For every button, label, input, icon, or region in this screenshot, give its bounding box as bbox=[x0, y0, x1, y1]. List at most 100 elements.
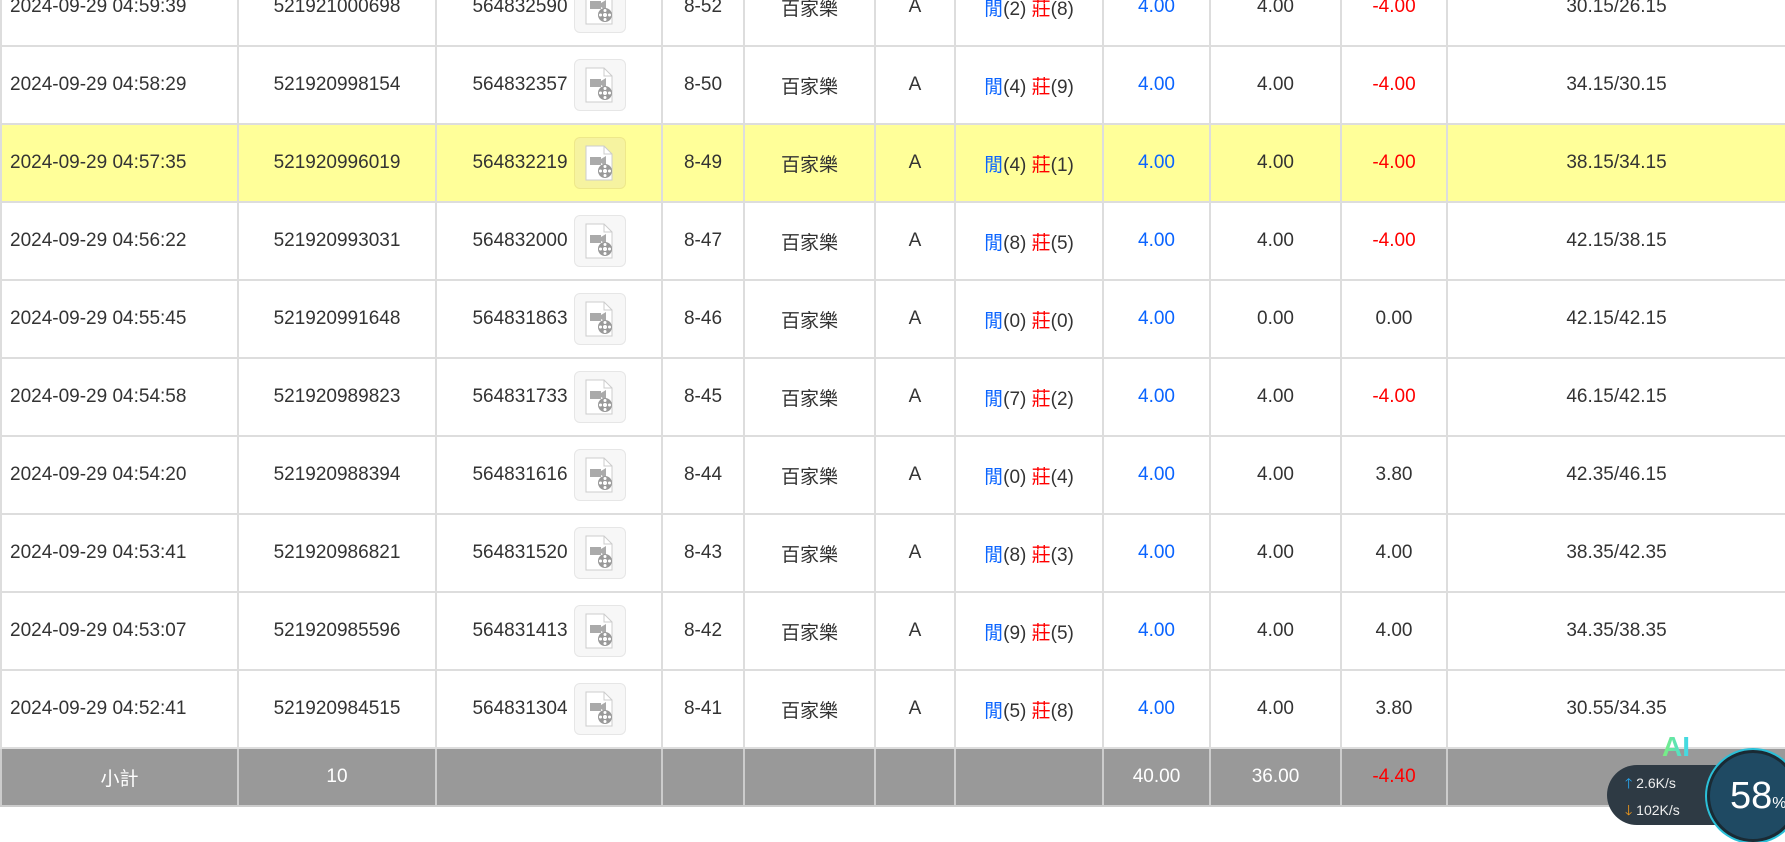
player-label: 閒 bbox=[984, 0, 1004, 20]
bet-amount: 4.00 bbox=[1102, 669, 1211, 749]
bet-id: 521920991648 bbox=[237, 279, 437, 359]
bet-id: 521920988394 bbox=[237, 435, 437, 515]
banker-label: 莊 bbox=[1031, 310, 1051, 332]
banker-score: (3) bbox=[1050, 544, 1074, 566]
video-file-icon bbox=[585, 535, 613, 571]
win-loss: 4.00 bbox=[1340, 513, 1448, 593]
result: 閒(5) 莊(8) bbox=[954, 669, 1104, 749]
round-id: 564831304 bbox=[472, 698, 568, 719]
video-replay-button[interactable] bbox=[573, 215, 626, 267]
game-name: 百家樂 bbox=[743, 591, 876, 671]
round-cell: 564831863 bbox=[435, 279, 663, 359]
result: 閒(2) 莊(8) bbox=[954, 0, 1104, 47]
player-label: 閒 bbox=[984, 700, 1004, 722]
round-cell: 564832590 bbox=[435, 0, 663, 47]
banker-label: 莊 bbox=[1031, 700, 1051, 722]
win-loss: -4.00 bbox=[1340, 0, 1448, 47]
balance: 38.15/34.15 bbox=[1446, 123, 1785, 203]
game-name: 百家樂 bbox=[743, 123, 876, 203]
bet-amount: 4.00 bbox=[1102, 45, 1211, 125]
game-name: 百家樂 bbox=[743, 669, 876, 749]
video-replay-button[interactable] bbox=[573, 0, 626, 33]
banker-label: 莊 bbox=[1031, 622, 1051, 644]
bet-amount: 4.00 bbox=[1102, 201, 1211, 281]
table-row: 2024-09-29 04:52:41 521920984515 5648313… bbox=[0, 669, 1785, 749]
subtotal-valid: 36.00 bbox=[1209, 747, 1342, 807]
seat: A bbox=[874, 435, 956, 515]
network-monitor-widget[interactable]: AI 🡑 2.6K/s 🡓 102K/s 58% bbox=[1603, 725, 1785, 842]
win-loss: 3.80 bbox=[1340, 435, 1448, 515]
table-row: 2024-09-29 04:58:29 521920998154 5648323… bbox=[0, 45, 1785, 125]
player-label: 閒 bbox=[984, 310, 1004, 332]
round-id: 564831863 bbox=[472, 308, 568, 329]
bet-time: 2024-09-29 04:57:35 bbox=[0, 123, 239, 203]
video-file-icon bbox=[585, 457, 613, 493]
video-replay-button[interactable] bbox=[573, 449, 626, 501]
bet-amount: 4.00 bbox=[1102, 435, 1211, 515]
valid-bet: 4.00 bbox=[1209, 435, 1342, 515]
round-cell: 564831304 bbox=[435, 669, 663, 749]
table-number: 8-43 bbox=[661, 513, 745, 593]
table-row: 2024-09-29 04:57:35 521920996019 5648322… bbox=[0, 123, 1785, 203]
banker-score: (2) bbox=[1050, 388, 1074, 410]
win-loss: -4.00 bbox=[1340, 357, 1448, 437]
valid-bet: 4.00 bbox=[1209, 123, 1342, 203]
table-number: 8-42 bbox=[661, 591, 745, 671]
banker-label: 莊 bbox=[1031, 466, 1051, 488]
table-number: 8-50 bbox=[661, 45, 745, 125]
player-score: (8) bbox=[1003, 232, 1027, 254]
player-score: (4) bbox=[1003, 154, 1027, 176]
subtotal-bet: 40.00 bbox=[1102, 747, 1211, 807]
subtotal-winloss: -4.40 bbox=[1340, 747, 1448, 807]
win-loss: 0.00 bbox=[1340, 279, 1448, 359]
player-score: (7) bbox=[1003, 388, 1027, 410]
video-file-icon bbox=[585, 67, 613, 103]
video-replay-button[interactable] bbox=[573, 605, 626, 657]
balance: 30.15/26.15 bbox=[1446, 0, 1785, 47]
seat: A bbox=[874, 201, 956, 281]
video-replay-button[interactable] bbox=[573, 683, 626, 735]
video-replay-button[interactable] bbox=[573, 137, 626, 189]
video-file-icon bbox=[585, 379, 613, 415]
result: 閒(8) 莊(5) bbox=[954, 201, 1104, 281]
banker-score: (0) bbox=[1050, 310, 1074, 332]
win-loss: 4.00 bbox=[1340, 591, 1448, 671]
seat: A bbox=[874, 357, 956, 437]
seat: A bbox=[874, 591, 956, 671]
bet-amount: 4.00 bbox=[1102, 357, 1211, 437]
valid-bet: 4.00 bbox=[1209, 201, 1342, 281]
banker-score: (4) bbox=[1050, 466, 1074, 488]
video-replay-button[interactable] bbox=[573, 59, 626, 111]
valid-bet: 4.00 bbox=[1209, 357, 1342, 437]
bet-time: 2024-09-29 04:53:41 bbox=[0, 513, 239, 593]
table-row: 2024-09-29 04:56:22 521920993031 5648320… bbox=[0, 201, 1785, 281]
player-score: (2) bbox=[1003, 0, 1027, 20]
round-cell: 564831616 bbox=[435, 435, 663, 515]
video-file-icon bbox=[585, 613, 613, 649]
video-file-icon bbox=[585, 0, 613, 25]
valid-bet: 4.00 bbox=[1209, 45, 1342, 125]
banker-score: (5) bbox=[1050, 622, 1074, 644]
game-name: 百家樂 bbox=[743, 45, 876, 125]
round-cell: 564831520 bbox=[435, 513, 663, 593]
video-replay-button[interactable] bbox=[573, 527, 626, 579]
gauge-percent: 58 bbox=[1730, 775, 1773, 817]
balance: 42.15/42.15 bbox=[1446, 279, 1785, 359]
bet-time: 2024-09-29 04:54:20 bbox=[0, 435, 239, 515]
game-name: 百家樂 bbox=[743, 357, 876, 437]
bet-id: 521920996019 bbox=[237, 123, 437, 203]
bet-id: 521920989823 bbox=[237, 357, 437, 437]
video-replay-button[interactable] bbox=[573, 371, 626, 423]
table-number: 8-44 bbox=[661, 435, 745, 515]
round-id: 564831733 bbox=[472, 386, 568, 407]
player-score: (9) bbox=[1003, 622, 1027, 644]
table-number: 8-41 bbox=[661, 669, 745, 749]
round-id: 564832590 bbox=[472, 0, 568, 17]
video-replay-button[interactable] bbox=[573, 293, 626, 345]
player-score: (4) bbox=[1003, 76, 1027, 98]
memory-gauge[interactable]: 58% bbox=[1707, 750, 1785, 842]
round-cell: 564832357 bbox=[435, 45, 663, 125]
banker-label: 莊 bbox=[1031, 544, 1051, 566]
download-speed: 102K/s bbox=[1636, 802, 1680, 818]
table-row: 2024-09-29 04:59:39 521921000698 5648325… bbox=[0, 0, 1785, 47]
